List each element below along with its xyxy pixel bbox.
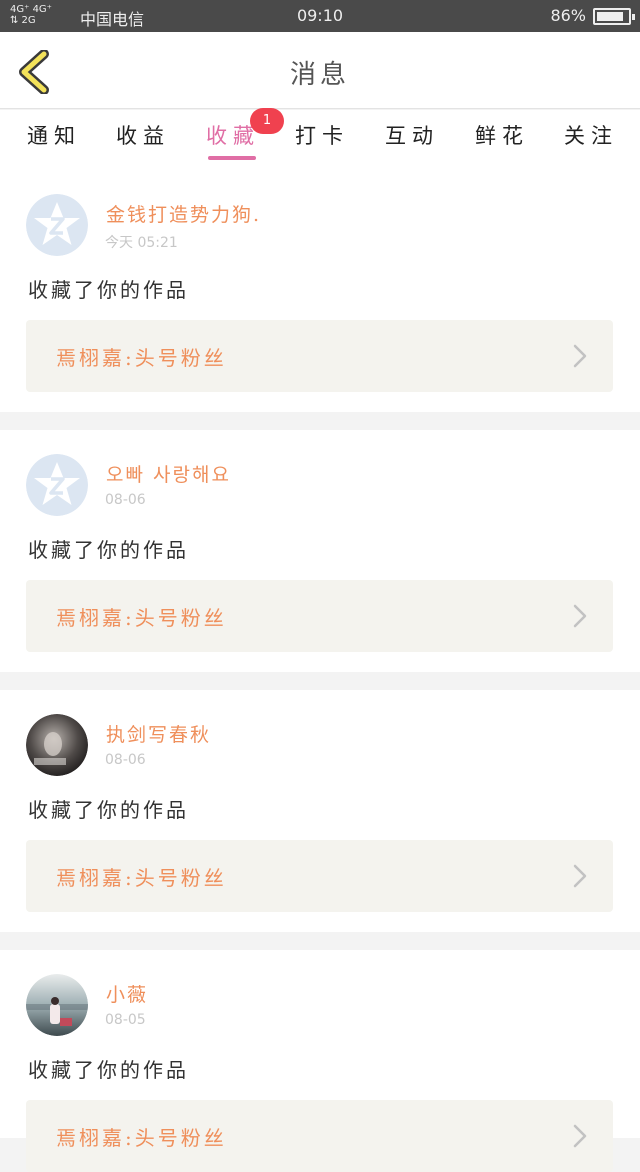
avatar[interactable] bbox=[26, 714, 88, 776]
avatar[interactable] bbox=[26, 454, 88, 516]
message-card: 오빠 사랑해요 08-06 收藏了你的作品 焉栩嘉:头号粉丝 bbox=[0, 430, 640, 672]
message-tabs: 通知 收益 收藏 1 打卡 互动 鲜花 关注 bbox=[0, 108, 640, 170]
active-tab-indicator bbox=[208, 156, 256, 160]
username[interactable]: 오빠 사랑해요 bbox=[106, 460, 231, 487]
chevron-right-icon bbox=[573, 344, 587, 368]
message-card: 金钱打造势力狗. 今天 05:21 收藏了你的作品 焉栩嘉:头号粉丝 bbox=[0, 170, 640, 412]
tab-checkin[interactable]: 打卡 bbox=[282, 120, 362, 150]
timestamp: 今天 05:21 bbox=[105, 235, 178, 251]
tab-interaction[interactable]: 互动 bbox=[372, 120, 452, 150]
clock: 09:10 bbox=[296, 6, 344, 25]
action-text: 收藏了你的作品 bbox=[28, 538, 189, 562]
avatar[interactable] bbox=[26, 194, 88, 256]
work-link[interactable]: 焉栩嘉:头号粉丝 bbox=[26, 580, 613, 652]
work-link[interactable]: 焉栩嘉:头号粉丝 bbox=[26, 840, 613, 912]
unread-badge: 1 bbox=[250, 108, 284, 134]
action-text: 收藏了你的作品 bbox=[28, 798, 189, 822]
tab-earnings[interactable]: 收益 bbox=[103, 120, 183, 150]
action-text: 收藏了你的作品 bbox=[28, 1058, 189, 1082]
action-text: 收藏了你的作品 bbox=[28, 278, 189, 302]
work-title: 焉栩嘉:头号粉丝 bbox=[56, 346, 227, 370]
photo-avatar bbox=[26, 974, 88, 1036]
tab-label: 鲜花 bbox=[475, 124, 529, 148]
tab-flowers[interactable]: 鲜花 bbox=[462, 120, 542, 150]
work-title: 焉栩嘉:头号粉丝 bbox=[56, 866, 227, 890]
tab-label: 通知 bbox=[27, 124, 81, 148]
work-title: 焉栩嘉:头号粉丝 bbox=[56, 1126, 227, 1150]
page-title: 消息 bbox=[289, 60, 350, 90]
battery-fill bbox=[597, 12, 623, 21]
work-title: 焉栩嘉:头号粉丝 bbox=[56, 606, 227, 630]
app-header: 消息 bbox=[0, 32, 640, 109]
username[interactable]: 金钱打造势力狗. bbox=[106, 200, 261, 227]
username[interactable]: 小薇 bbox=[106, 980, 148, 1007]
default-avatar-icon bbox=[26, 454, 88, 516]
tab-notifications[interactable]: 通知 bbox=[14, 120, 94, 150]
work-link[interactable]: 焉栩嘉:头号粉丝 bbox=[26, 320, 613, 392]
timestamp: 08-05 bbox=[105, 1012, 146, 1028]
work-link[interactable]: 焉栩嘉:头号粉丝 bbox=[26, 1100, 613, 1172]
tab-label: 打卡 bbox=[295, 124, 349, 148]
chevron-right-icon bbox=[573, 604, 587, 628]
timestamp: 08-06 bbox=[105, 492, 146, 508]
tab-label: 关注 bbox=[564, 124, 618, 148]
username[interactable]: 执剑写春秋 bbox=[106, 720, 211, 747]
chevron-right-icon bbox=[573, 864, 587, 888]
chevron-right-icon bbox=[573, 1124, 587, 1148]
tab-label: 互动 bbox=[385, 124, 439, 148]
tab-label: 收益 bbox=[116, 124, 170, 148]
tab-favorites[interactable]: 收藏 1 bbox=[193, 108, 284, 150]
photo-avatar bbox=[26, 714, 88, 776]
message-card: 执剑写春秋 08-06 收藏了你的作品 焉栩嘉:头号粉丝 bbox=[0, 690, 640, 932]
status-bar: 4G⁺ 4G⁺ ⇅ 2G 中国电信 09:10 86% bbox=[0, 0, 640, 32]
avatar[interactable] bbox=[26, 974, 88, 1036]
tab-following[interactable]: 关注 bbox=[551, 120, 631, 150]
default-avatar-icon bbox=[26, 194, 88, 256]
timestamp: 08-06 bbox=[105, 752, 146, 768]
battery-icon bbox=[593, 8, 635, 25]
message-card: 小薇 08-05 收藏了你的作品 焉栩嘉:头号粉丝 bbox=[0, 950, 640, 1172]
battery-percent: 86% bbox=[550, 6, 586, 25]
